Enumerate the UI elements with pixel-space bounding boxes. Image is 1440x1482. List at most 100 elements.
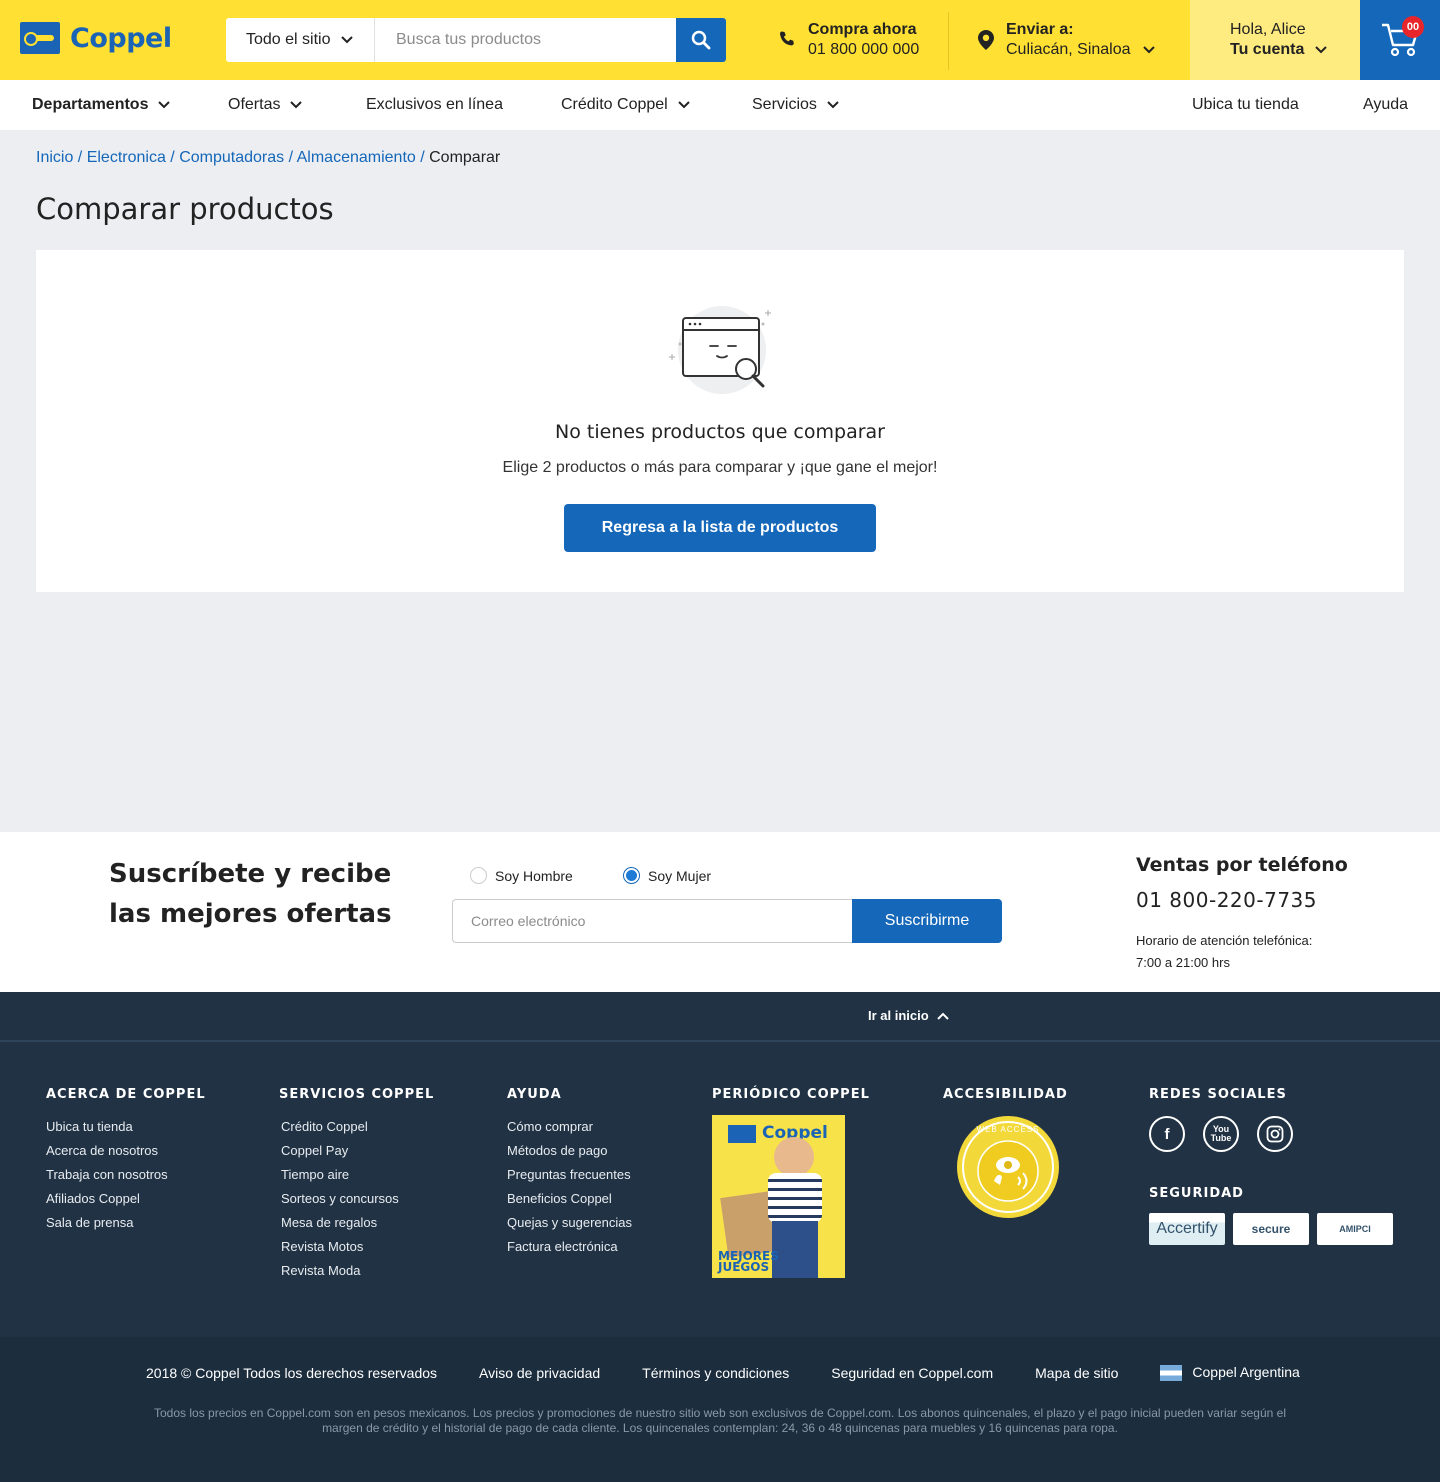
privacy-link[interactable]: Aviso de privacidad [479,1365,600,1381]
nav-link-ubica-tienda[interactable]: Ubica tu tienda [1192,80,1299,130]
phone-sales-number[interactable]: 01 800-220-7735 [1136,888,1317,912]
page-title: Comparar productos [36,192,334,226]
breadcrumb: Inicio / Electronica / Computadoras / Al… [36,149,500,167]
nav-item-label: Ofertas [228,96,281,113]
key-logo-icon [20,22,60,54]
phone-hours-value: 7:00 a 21:00 hrs [1136,955,1230,970]
footer-col-title: ACCESIBILIDAD [943,1087,1068,1102]
nav-item-departamentos[interactable]: Departamentos [32,80,171,130]
ship-to-location[interactable]: Enviar a: Culiacán, Sinaloa [978,20,1155,60]
call-to-buy[interactable]: Compra ahora 01 800 000 000 [778,20,919,60]
country-label: Coppel Argentina [1192,1364,1300,1380]
breadcrumb-link[interactable]: Inicio [36,149,73,166]
footer-link[interactable]: Cómo comprar [507,1115,632,1139]
phone-hours: Horario de atención telefónica: 7:00 a 2… [1136,930,1312,974]
breadcrumb-separator: / [415,149,430,166]
security-link[interactable]: Seguridad en Coppel.com [831,1365,993,1381]
footer-col-newspaper: PERIÓDICO COPPEL Coppel MEJORES JUEGOS [712,1087,870,1278]
footer-link[interactable]: Tiempo aire [281,1163,434,1187]
instagram-icon[interactable] [1257,1116,1293,1152]
cart-button[interactable]: 00 [1360,0,1440,80]
breadcrumb-link[interactable]: Electronica [87,149,166,166]
footer-link[interactable]: Ubica tu tienda [46,1115,206,1139]
footer-col-title: SEGURIDAD [1149,1186,1244,1201]
footer-link[interactable]: Sorteos y concursos [281,1187,434,1211]
footer-link[interactable]: Revista Moda [281,1259,434,1283]
breadcrumb-link[interactable]: Computadoras [179,149,284,166]
radio-soy-hombre[interactable]: Soy Hombre [470,867,573,884]
breadcrumb-link[interactable]: Almacenamiento [297,149,416,166]
search-icon [691,30,711,50]
accertify-badge[interactable]: Accertify [1149,1213,1225,1245]
web-access-seal[interactable]: WEB ACCESS [956,1115,1060,1219]
search-scope-select[interactable]: Todo el sitio [226,18,375,62]
back-to-products-button[interactable]: Regresa a la lista de productos [564,504,876,552]
nav-item-label: Crédito Coppel [561,96,668,113]
footer-link[interactable]: Afiliados Coppel [46,1187,206,1211]
cover-logo-icon [728,1125,756,1143]
sitemap-link[interactable]: Mapa de sitio [1035,1365,1118,1381]
footer-col-title: REDES SOCIALES [1149,1087,1287,1102]
facebook-icon[interactable]: f [1149,1116,1185,1152]
empty-browser-illustration-icon [669,306,771,394]
subscribe-button[interactable]: Suscribirme [852,899,1002,943]
footer-link[interactable]: Preguntas frecuentes [507,1163,632,1187]
footer-link[interactable]: Métodos de pago [507,1139,632,1163]
go-top-button[interactable]: Ir al inicio [868,1008,949,1023]
footer-link[interactable]: Acerca de nosotros [46,1139,206,1163]
search-input[interactable] [375,18,676,62]
footer-link[interactable]: Beneficios Coppel [507,1187,632,1211]
footer-col-title: ACERCA DE COPPEL [46,1087,206,1102]
call-phone: 01 800 000 000 [808,41,920,58]
amipci-seal-badge[interactable]: AMIPCI [1317,1213,1393,1245]
radio-soy-mujer[interactable]: Soy Mujer [623,867,711,884]
footer-link[interactable]: Coppel Pay [281,1139,434,1163]
footer-col-title: PERIÓDICO COPPEL [712,1087,870,1102]
copyright: 2018 © Coppel Todos los derechos reserva… [146,1364,438,1381]
nav-link-ayuda[interactable]: Ayuda [1363,80,1408,130]
phone-icon [779,31,794,46]
nav-item-ofertas[interactable]: Ofertas [228,80,303,130]
nav-item-credito[interactable]: Crédito Coppel [561,80,690,130]
newsletter-section: Suscríbete y recibe las mejores ofertas … [0,832,1440,992]
chevron-down-icon [1315,46,1327,54]
footer-col-services: SERVICIOS COPPEL Crédito Coppel Coppel P… [279,1087,434,1283]
phone-sales-title: Ventas por teléfono [1136,854,1348,876]
radio-button[interactable] [470,867,487,884]
nav-link-label: Ubica tu tienda [1192,96,1299,113]
account-menu[interactable]: Hola, Alice Tu cuenta [1190,0,1360,80]
nav-item-label: Departamentos [32,96,149,113]
footer-col-title: SERVICIOS COPPEL [279,1087,435,1102]
globalsign-secure-badge[interactable]: secure [1233,1213,1309,1245]
legal-note: Todos los precios en Coppel.com son en p… [154,1406,1286,1435]
chevron-down-icon [1143,46,1155,54]
footer-link[interactable]: Factura electrónica [507,1235,632,1259]
newspaper-cover[interactable]: Coppel MEJORES JUEGOS [712,1115,845,1278]
argentina-flag-icon [1160,1365,1183,1382]
nav-item-exclusivos[interactable]: Exclusivos en línea [366,80,503,130]
footer-link[interactable]: Sala de prensa [46,1211,206,1235]
empty-state-subtitle: Elige 2 productos o más para comparar y … [502,459,938,476]
cover-child-head [774,1137,814,1177]
top-header: Coppel Todo el sitio Compra ahora 01 800… [0,0,1440,80]
footer-link[interactable]: Revista Motos [281,1235,434,1259]
terms-link[interactable]: Términos y condiciones [642,1365,789,1381]
footer-link[interactable]: Quejas y sugerencias [507,1211,632,1235]
radio-button-selected[interactable] [623,867,640,884]
search-button[interactable] [676,18,726,62]
legal-bar: 2018 © Coppel Todos los derechos reserva… [0,1337,1440,1482]
footer-link[interactable]: Trabaja con nosotros [46,1163,206,1187]
nav-item-servicios[interactable]: Servicios [752,80,839,130]
email-field[interactable] [452,899,853,943]
account-greeting: Hola, Alice [1230,21,1306,38]
nav-link-label: Ayuda [1363,96,1409,113]
country-link[interactable]: Coppel Argentina [1160,1364,1300,1382]
footer-link[interactable]: Mesa de regalos [281,1211,434,1235]
search-scope-label: Todo el sitio [246,31,331,48]
site-footer: Ir al inicio ACERCA DE COPPEL Ubica tu t… [0,992,1440,1337]
account-label: Tu cuenta [1230,41,1305,58]
ship-title: Enviar a: [1006,21,1074,38]
footer-link[interactable]: Crédito Coppel [281,1115,434,1139]
youtube-icon[interactable]: You Tube [1203,1116,1239,1152]
coppel-logo[interactable]: Coppel [20,22,172,54]
